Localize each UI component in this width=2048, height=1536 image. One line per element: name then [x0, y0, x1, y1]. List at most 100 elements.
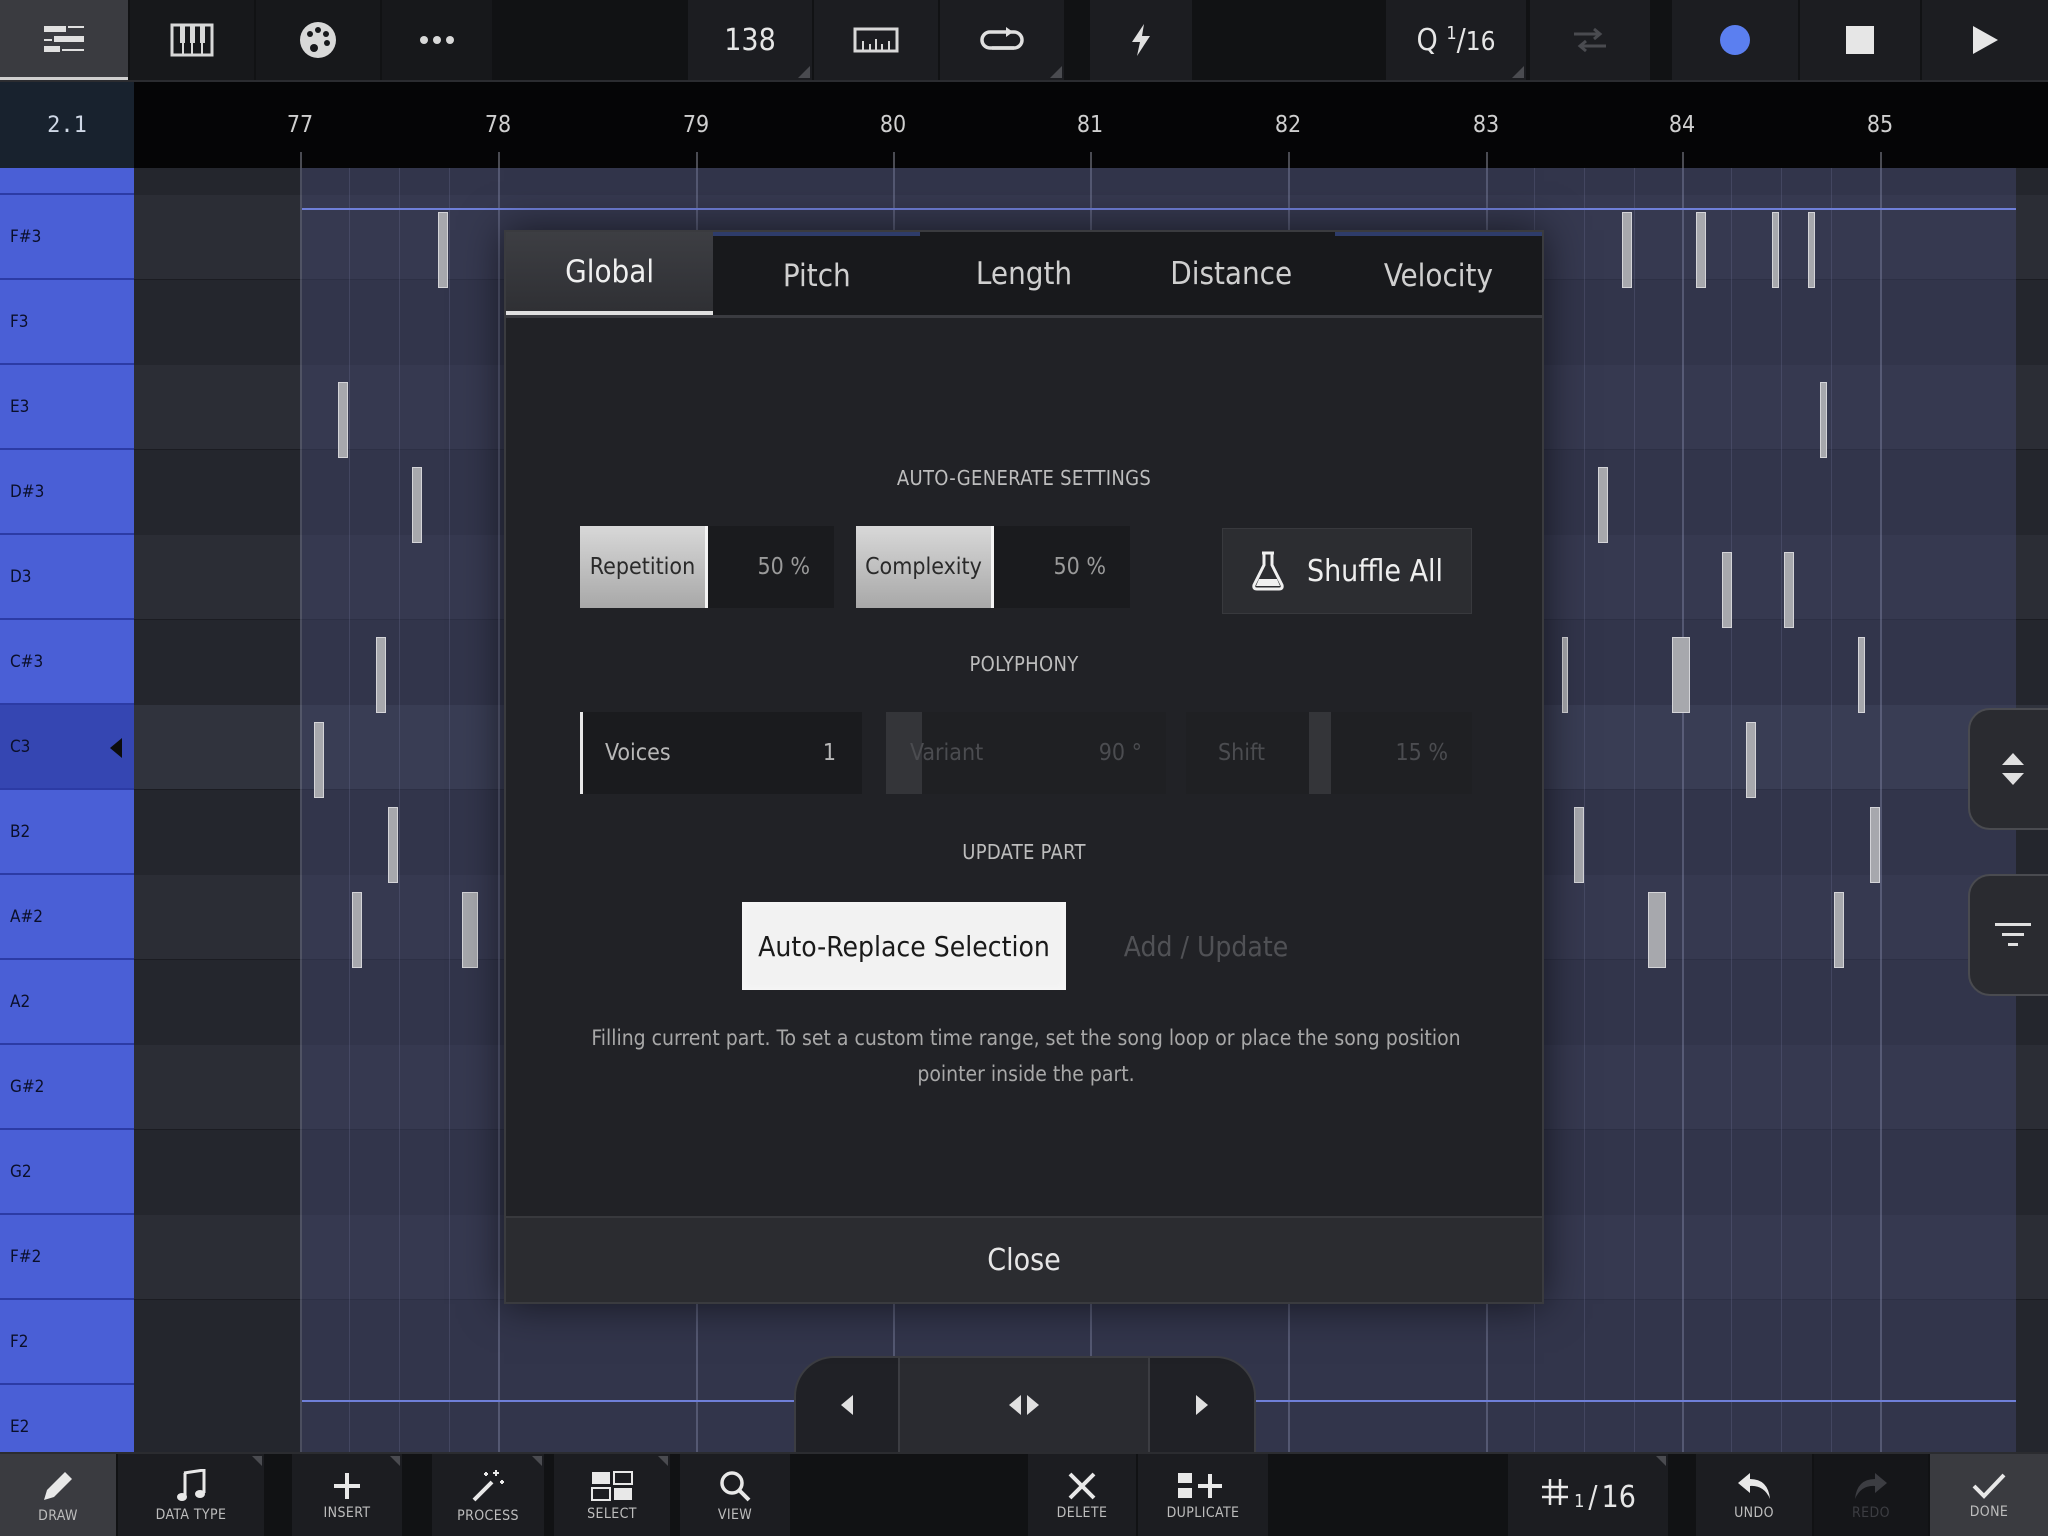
select-button[interactable]: SELECT: [554, 1454, 670, 1536]
piano-key[interactable]: E3: [0, 365, 134, 450]
variant-label: Variant: [910, 740, 984, 766]
piano-key[interactable]: F#2: [0, 1215, 134, 1300]
undo-arrow-icon: [1738, 1473, 1770, 1499]
midi-note[interactable]: [1870, 807, 1880, 883]
lightning-icon: [1132, 24, 1150, 56]
record-button[interactable]: [1672, 0, 1798, 80]
data-type-button[interactable]: DATA TYPE: [118, 1454, 264, 1536]
voices-value: 1: [822, 740, 836, 766]
keyboard-button[interactable]: [130, 0, 254, 80]
midi-note[interactable]: [1562, 637, 1568, 713]
midi-note[interactable]: [1722, 552, 1732, 628]
bar-number: 85: [1866, 112, 1894, 138]
done-button[interactable]: DONE: [1930, 1454, 2048, 1536]
midi-note[interactable]: [388, 807, 398, 883]
complexity-slider[interactable]: Complexity 50 %: [856, 526, 1130, 608]
midi-note[interactable]: [1858, 637, 1865, 713]
next-button[interactable]: [1150, 1358, 1254, 1452]
piano-keys[interactable]: G3 F#3 F3 E3 D#3 D3 C#3 C3 B2 A#2 A2 G#2…: [0, 168, 134, 1452]
play-icon: [1973, 26, 1998, 54]
duplicate-button[interactable]: DUPLICATE: [1138, 1454, 1268, 1536]
midi-note[interactable]: [1622, 212, 1632, 288]
filter-button[interactable]: [1968, 874, 2048, 996]
metronome-button[interactable]: [814, 0, 938, 80]
timeline-ruler[interactable]: 2.1 77 78 79 80 81 82 83 84 85: [0, 82, 2048, 168]
piano-key[interactable]: D#3: [0, 450, 134, 535]
midi-note[interactable]: [1784, 552, 1794, 628]
tab-distance[interactable]: Distance: [1127, 232, 1335, 315]
midi-note[interactable]: [314, 722, 324, 798]
magnifier-icon: [720, 1471, 751, 1502]
variant-slider: Variant 90 °: [886, 712, 1166, 794]
midi-note[interactable]: [438, 212, 448, 288]
grid-denominator: 16: [1601, 1480, 1636, 1515]
piano-key[interactable]: C#3: [0, 620, 134, 705]
loop-start-line: [302, 208, 2016, 210]
previous-button[interactable]: [796, 1358, 900, 1452]
piano-key[interactable]: F2: [0, 1300, 134, 1385]
complexity-label: Complexity: [856, 526, 994, 608]
tab-velocity[interactable]: Velocity: [1334, 232, 1543, 315]
piano-key[interactable]: G2: [0, 1130, 134, 1215]
midi-note[interactable]: [338, 382, 348, 458]
midi-note[interactable]: [1672, 637, 1690, 713]
voices-slider[interactable]: Voices 1: [580, 712, 862, 794]
loop-button[interactable]: [940, 0, 1064, 80]
midi-note[interactable]: [412, 467, 422, 543]
zoom-vertical-button[interactable]: [1968, 708, 2048, 830]
colors-button[interactable]: [256, 0, 380, 80]
more-button[interactable]: [382, 0, 492, 80]
midi-note[interactable]: [376, 637, 386, 713]
close-button[interactable]: Close: [506, 1216, 1542, 1302]
delete-button[interactable]: DELETE: [1028, 1454, 1136, 1536]
piano-key-selected[interactable]: C3: [0, 705, 134, 790]
record-icon: [1720, 25, 1750, 55]
tab-length[interactable]: Length: [920, 232, 1128, 315]
midi-note[interactable]: [1746, 722, 1756, 798]
midi-note[interactable]: [1598, 467, 1608, 543]
insert-button[interactable]: INSERT: [292, 1454, 402, 1536]
midi-note[interactable]: [1808, 212, 1815, 288]
piano-key[interactable]: G3: [0, 168, 134, 195]
repetition-slider[interactable]: Repetition 50 %: [580, 526, 834, 608]
piano-key[interactable]: F3: [0, 280, 134, 365]
stop-button[interactable]: [1800, 0, 1920, 80]
editor-mode-button[interactable]: [0, 0, 128, 80]
duplicate-label: DUPLICATE: [1166, 1505, 1240, 1521]
piano-key[interactable]: A2: [0, 960, 134, 1045]
piano-key[interactable]: G#2: [0, 1045, 134, 1130]
midi-note[interactable]: [1820, 382, 1827, 458]
snap-button[interactable]: [1530, 0, 1650, 80]
midi-note[interactable]: [1574, 807, 1584, 883]
auto-replace-selection-button[interactable]: Auto-Replace Selection: [742, 902, 1066, 990]
piano-key[interactable]: F#3: [0, 195, 134, 280]
nudge-button[interactable]: [900, 1358, 1150, 1452]
midi-note[interactable]: [1696, 212, 1706, 288]
midi-note[interactable]: [352, 892, 362, 968]
undo-button[interactable]: UNDO: [1696, 1454, 1812, 1536]
midi-note[interactable]: [462, 892, 478, 968]
midi-note[interactable]: [1648, 892, 1666, 968]
play-button[interactable]: [1922, 0, 2048, 80]
draw-button[interactable]: DRAW: [0, 1454, 116, 1536]
pencil-icon: [44, 1472, 72, 1500]
piano-key[interactable]: A#2: [0, 875, 134, 960]
tab-pitch[interactable]: Pitch: [713, 232, 921, 315]
piano-key[interactable]: E2: [0, 1385, 134, 1452]
quantize-button[interactable]: Q 1/16: [1386, 0, 1526, 80]
piano-key[interactable]: D3: [0, 535, 134, 620]
tempo-button[interactable]: 138: [688, 0, 812, 80]
shuffle-all-button[interactable]: Shuffle All: [1222, 528, 1472, 614]
tab-global[interactable]: Global: [506, 232, 714, 315]
process-button[interactable]: PROCESS: [432, 1454, 544, 1536]
view-button[interactable]: VIEW: [680, 1454, 790, 1536]
data-type-label: DATA TYPE: [155, 1507, 227, 1523]
voices-label: Voices: [605, 740, 671, 766]
grid-resolution-button[interactable]: 1/16: [1508, 1454, 1668, 1536]
piano-key[interactable]: B2: [0, 790, 134, 875]
bar-number: 78: [484, 112, 512, 138]
quick-actions-button[interactable]: [1090, 0, 1192, 80]
midi-note[interactable]: [1772, 212, 1779, 288]
midi-note[interactable]: [1834, 892, 1844, 968]
process-label: PROCESS: [457, 1508, 519, 1524]
